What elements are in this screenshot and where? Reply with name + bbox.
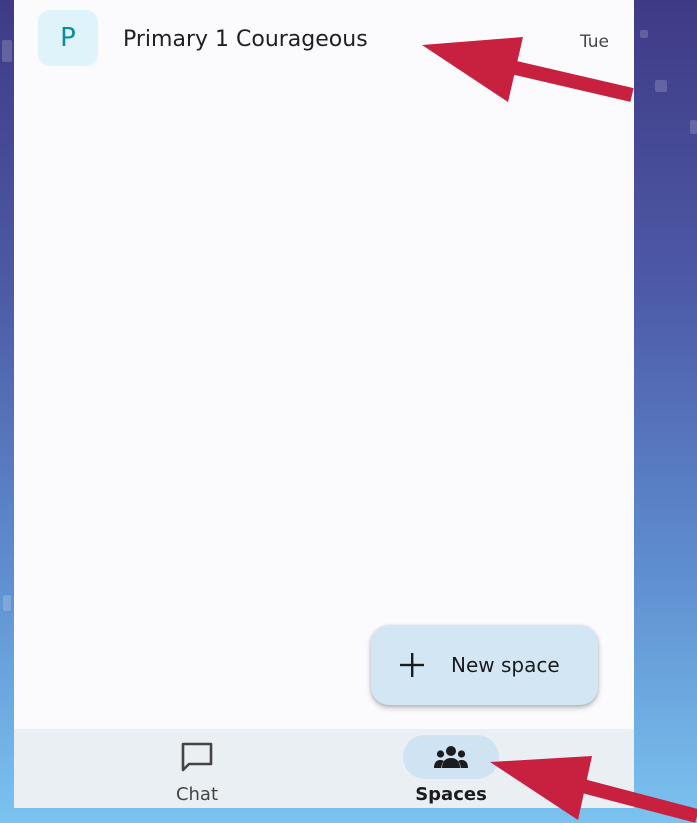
space-last-activity-time: Tue: [579, 32, 609, 52]
chat-bubble-icon: [181, 742, 213, 772]
space-name: Primary 1 Courageous: [123, 27, 368, 52]
nav-tab-spaces-label: Spaces: [415, 784, 487, 805]
background-confetti: [3, 595, 11, 611]
nav-tab-chat[interactable]: Chat: [107, 729, 287, 808]
background-confetti: [2, 40, 12, 62]
nav-tab-spaces[interactable]: Spaces: [361, 729, 541, 808]
space-list-item[interactable]: P Primary 1 Courageous Tue: [14, 0, 634, 78]
bottom-navigation: Chat Spaces: [14, 729, 634, 808]
background-confetti: [690, 120, 697, 134]
nav-tab-chat-label: Chat: [175, 784, 219, 805]
new-space-button[interactable]: New space: [371, 625, 598, 705]
space-avatar-letter: P: [60, 23, 76, 53]
space-avatar: P: [38, 10, 98, 66]
new-space-label: New space: [451, 653, 560, 677]
background-confetti: [655, 80, 667, 92]
people-group-icon: [434, 746, 468, 768]
plus-icon: [400, 653, 424, 677]
background-confetti: [640, 30, 648, 38]
spaces-screen: P Primary 1 Courageous Tue New space Cha…: [14, 0, 634, 808]
